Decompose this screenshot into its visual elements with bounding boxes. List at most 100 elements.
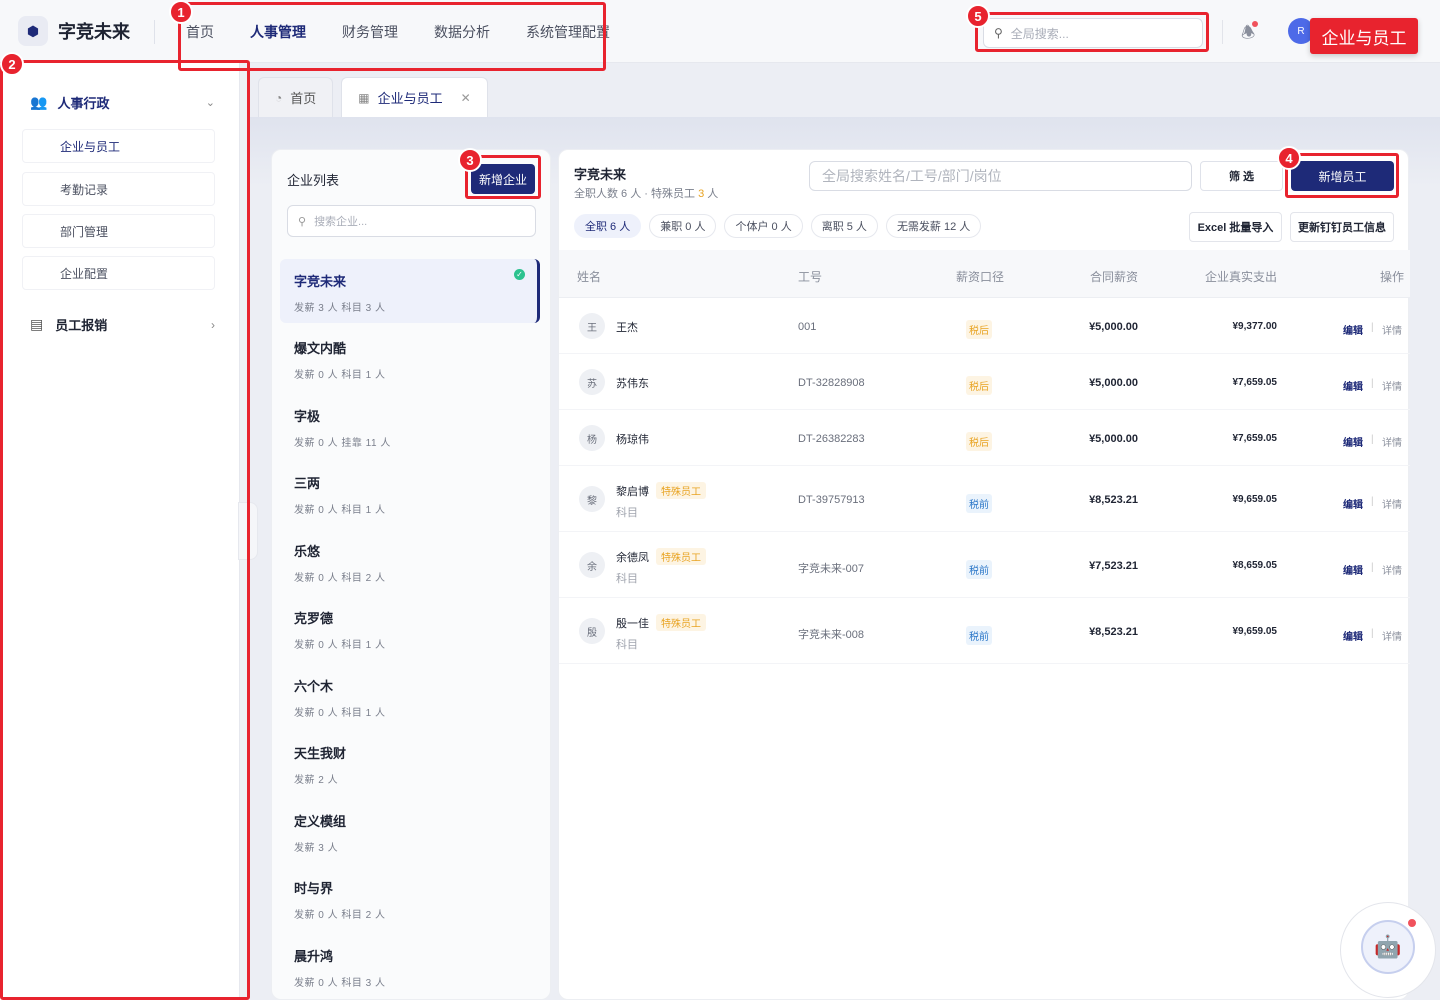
company-item[interactable]: 晨升鸿 发薪 0 人 科目 3 人 (280, 934, 540, 998)
annotation-number-2: 2 (0, 52, 24, 76)
company-item[interactable]: 字竞未来 发薪 3 人 科目 3 人 ✓ (280, 259, 540, 323)
company-search-placeholder: 搜索企业... (314, 216, 368, 228)
company-item[interactable]: 时与界 发薪 0 人 科目 2 人 (280, 866, 540, 930)
detail-link[interactable]: 详情 (1382, 496, 1402, 511)
excel-import-button[interactable]: Excel 批量导入 (1189, 212, 1282, 242)
company-expense: ¥8,659.05 (1232, 560, 1278, 571)
col-tax: 薪资口径 (956, 270, 1005, 284)
employee-name: 殷一佳 (616, 618, 649, 630)
company-item[interactable]: 乐悠 发薪 0 人 科目 2 人 (280, 529, 540, 593)
contract-salary: ¥5,000.00 (1089, 433, 1138, 445)
table-row[interactable]: 苏 苏伟东 DT-32828908 税后 ¥5,000.00 ¥7,659.05… (559, 354, 1410, 410)
summary-unit: 人 (704, 188, 719, 200)
pie-chart-icon: ◔ (275, 90, 283, 105)
edit-link[interactable]: 编辑 (1343, 434, 1363, 449)
company-item[interactable]: 定义模组 发薪 3 人 (280, 799, 540, 863)
annotation-box-4 (1285, 153, 1399, 198)
chip-fulltime[interactable]: 全职 6 人 (574, 214, 642, 238)
sync-dingtalk-button[interactable]: 更新钉钉员工信息 (1290, 212, 1394, 242)
detail-link[interactable]: 详情 (1382, 378, 1402, 393)
employee-name: 苏伟东 (616, 378, 649, 390)
company-stat: 发薪 3 人 科目 3 人 (294, 303, 386, 314)
tax-badge: 税前 (966, 560, 992, 579)
contract-salary: ¥5,000.00 (1089, 377, 1138, 389)
hexagon-icon: ⬢ (18, 16, 48, 46)
special-employee-badge: 特殊员工 (656, 614, 706, 631)
employee-name: 黎启博 (616, 486, 649, 498)
divider: | (1371, 322, 1374, 333)
detail-link[interactable]: 详情 (1382, 628, 1402, 643)
tab-company-employees[interactable]: ▦ 企业与员工 ✕ (341, 77, 488, 117)
col-salary: 合同薪资 (1089, 270, 1138, 284)
company-stat: 发薪 0 人 科目 1 人 (294, 708, 386, 719)
company-name: 爆文内酷 (294, 341, 347, 356)
company-item[interactable]: 爆文内酷 发薪 0 人 科目 1 人 (280, 326, 540, 390)
detail-link[interactable]: 详情 (1382, 562, 1402, 577)
avatar: 苏 (579, 369, 605, 395)
tab-home[interactable]: ◔ 首页 (258, 77, 334, 117)
company-name: 三两 (294, 476, 321, 491)
robot-icon[interactable]: 🤖 (1361, 920, 1415, 974)
page-tabs: ◔ 首页 ▦ 企业与员工 ✕ (258, 77, 488, 117)
tab-label: 首页 (290, 91, 317, 106)
employee-summary: 全职人数 6 人 · 特殊员工 3 人 (574, 185, 718, 201)
table-row[interactable]: 黎 黎启博 特殊员工 科目 DT-39757913 税前 ¥8,523.21 ¥… (559, 466, 1410, 532)
company-item[interactable]: 字极 发薪 0 人 挂靠 11 人 (280, 394, 540, 458)
company-name: 天生我财 (294, 746, 347, 761)
chip-individual[interactable]: 个体户 0 人 (724, 214, 803, 238)
table-header: 姓名 工号 薪资口径 合同薪资 企业真实支出 操作 (559, 250, 1410, 298)
detail-link[interactable]: 详情 (1382, 322, 1402, 337)
table-row[interactable]: 王 王杰 001 税后 ¥5,000.00 ¥9,377.00 编辑 | 详情 (559, 298, 1410, 354)
company-expense: ¥9,659.05 (1232, 626, 1278, 637)
annotation-number-1: 1 (169, 0, 193, 24)
table-row[interactable]: 殷 殷一佳 特殊员工 科目 字竞未来-008 税前 ¥8,523.21 ¥9,6… (559, 598, 1410, 664)
divider (154, 20, 155, 44)
company-stat: 发薪 3 人 (294, 843, 339, 854)
employee-id: DT-32828908 (798, 377, 865, 389)
employee-company-title: 字竞未来 (574, 167, 627, 182)
filter-button[interactable]: 筛 选 (1200, 161, 1283, 191)
divider: | (1371, 562, 1374, 573)
company-name: 晨升鸿 (294, 949, 334, 964)
check-icon: ✓ (514, 269, 525, 280)
avatar: 余 (579, 552, 605, 578)
annotation-number-4: 4 (1277, 146, 1301, 170)
special-employee-badge: 特殊员工 (656, 548, 706, 565)
employee-search-input[interactable]: 全局搜索姓名/工号/部门/岗位 (809, 161, 1192, 191)
col-actions: 操作 (1379, 270, 1404, 284)
company-name: 字极 (294, 409, 321, 424)
employee-id: DT-39757913 (798, 494, 865, 506)
close-icon[interactable]: ✕ (461, 91, 471, 105)
chip-parttime[interactable]: 兼职 0 人 (649, 214, 717, 238)
divider: | (1371, 434, 1374, 445)
col-name: 姓名 (577, 270, 602, 284)
avatar: 王 (579, 313, 605, 339)
employee-name: 王杰 (616, 322, 638, 334)
app-logo[interactable]: ⬢ 字竞未来 (18, 16, 130, 46)
table-row[interactable]: 杨 杨琼伟 DT-26382283 税后 ¥5,000.00 ¥7,659.05… (559, 410, 1410, 466)
company-item[interactable]: 六个木 发薪 0 人 科目 1 人 (280, 664, 540, 728)
table-row[interactable]: 余 余德凤 特殊员工 科目 字竞未来-007 税前 ¥7,523.21 ¥8,6… (559, 532, 1410, 598)
company-name: 字竞未来 (294, 274, 347, 289)
company-expense: ¥7,659.05 (1232, 377, 1278, 388)
company-item[interactable]: 三两 发薪 0 人 科目 1 人 (280, 461, 540, 525)
edit-link[interactable]: 编辑 (1343, 322, 1363, 337)
avatar: 殷 (579, 618, 605, 644)
chip-resigned[interactable]: 离职 5 人 (810, 214, 878, 238)
company-expense: ¥9,659.05 (1232, 494, 1278, 505)
company-list-title: 企业列表 (287, 173, 340, 188)
edit-link[interactable]: 编辑 (1343, 378, 1363, 393)
detail-link[interactable]: 详情 (1382, 434, 1402, 449)
summary-text: 全职人数 6 人 · 特殊员工 (574, 188, 699, 200)
annotation-box-5 (975, 12, 1209, 52)
contract-salary: ¥5,000.00 (1089, 321, 1138, 333)
contract-salary: ¥8,523.21 (1089, 494, 1138, 506)
bell-icon[interactable]: 🕭 (1241, 21, 1259, 49)
company-item[interactable]: 克罗德 发薪 0 人 科目 1 人 (280, 596, 540, 660)
company-search-input[interactable]: ⚲ 搜索企业... (287, 205, 536, 237)
company-item[interactable]: 天生我财 发薪 2 人 (280, 731, 540, 795)
chip-no-payroll[interactable]: 无需发薪 12 人 (885, 214, 982, 238)
edit-link[interactable]: 编辑 (1343, 562, 1363, 577)
edit-link[interactable]: 编辑 (1343, 496, 1363, 511)
edit-link[interactable]: 编辑 (1343, 628, 1363, 643)
